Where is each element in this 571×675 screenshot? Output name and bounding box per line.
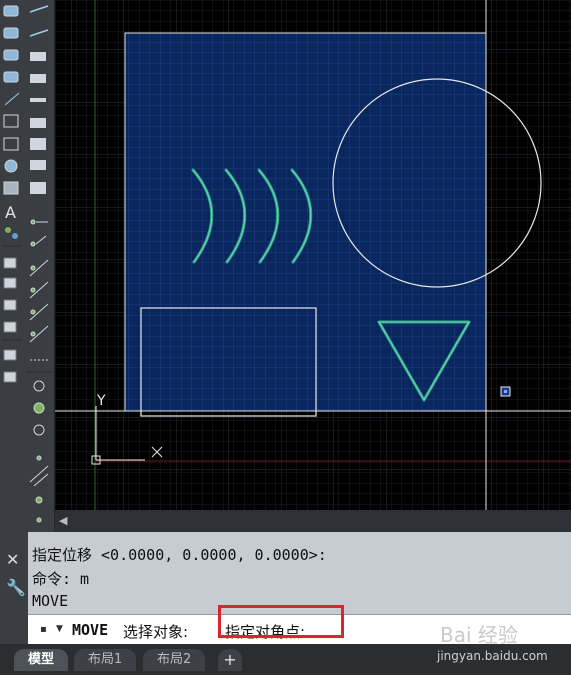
region-tool-icon: [3, 114, 19, 128]
snap-midpoint-icon: [30, 241, 36, 247]
wipeout-tool-icon: [3, 137, 19, 151]
stretch-tool-icon: [30, 52, 46, 61]
chamfer-tool-icon: [30, 138, 46, 150]
break-tool-icon: [30, 98, 46, 102]
mtext-tool-icon: A: [5, 203, 16, 222]
xline-tool-icon: [4, 92, 20, 106]
snap-nearest-icon: [35, 496, 43, 504]
blend-tool-icon: [30, 182, 46, 194]
tab-layout1[interactable]: 布局1: [74, 649, 137, 671]
array-tool-icon: [3, 321, 17, 333]
snap-parallel-icon: [36, 455, 42, 461]
snap-center-icon: [30, 287, 36, 293]
join-tool-icon: [30, 118, 46, 128]
chevron-left-icon[interactable]: ◀: [59, 514, 67, 527]
snap-insert-icon: [33, 402, 45, 414]
modify-toolbar-icons: [26, 5, 52, 523]
snap-intersection-icon: [30, 265, 36, 271]
snap-quadrant-icon: [30, 309, 36, 315]
snap-tangent-icon: [30, 331, 36, 337]
snap-perp-icon: [33, 424, 45, 436]
snap-none-icon: [36, 517, 42, 523]
history-line: 命令: m: [32, 570, 90, 588]
add-layout-button[interactable]: +: [218, 649, 242, 671]
horizontal-scrollbar[interactable]: ◀: [55, 510, 571, 532]
active-command: MOVE: [72, 621, 109, 639]
draw-toolbar-icons: A: [2, 5, 22, 383]
watermark-url: jingyan.baidu.com: [437, 649, 548, 663]
drawing-area[interactable]: Y: [55, 0, 571, 510]
highlight-box: [218, 605, 344, 638]
tab-layout2[interactable]: 布局2: [143, 649, 206, 671]
donut-tool-icon: [4, 159, 18, 173]
insert-tool-icon: [3, 71, 19, 83]
extend-tool-icon: [29, 29, 49, 37]
fillet-tool-icon: [30, 160, 46, 170]
trim-tool-icon: [29, 5, 49, 13]
snap-endpoint-icon: [30, 219, 36, 225]
snap-node-icon: [33, 380, 45, 392]
offset-tool-icon: [3, 299, 17, 311]
draw-toolbar: A: [0, 0, 25, 532]
ucs-y-label: Y: [96, 393, 106, 409]
command-history: 指定位移 <0.0000, 0.0000, 0.0000>: 命令: m MOV…: [28, 532, 571, 614]
command-marker-icon: ▪: [40, 624, 47, 635]
erase-tool-icon: [3, 371, 17, 383]
history-line: MOVE: [32, 592, 69, 610]
history-line: 指定位移 <0.0000, 0.0000, 0.0000>:: [32, 546, 327, 564]
table-tool-icon: [3, 181, 19, 195]
chevron-down-icon[interactable]: ▼: [56, 624, 63, 634]
copy-tool-icon: [3, 257, 17, 269]
explode-tool-icon: [3, 349, 17, 361]
watermark-logo: Bai 经验: [440, 623, 518, 647]
block-tool-icon: [3, 49, 19, 61]
cloud-tool-icon: [3, 27, 19, 39]
command-prompt: 选择对象:: [123, 623, 189, 641]
mirror-tool-icon: [3, 277, 17, 289]
close-icon[interactable]: ✕: [6, 550, 19, 569]
tab-model[interactable]: 模型: [14, 649, 69, 671]
scale-tool-icon: [30, 74, 46, 83]
modify-toolbar: [24, 0, 55, 532]
wrench-icon[interactable]: 🔧: [6, 578, 26, 597]
command-line-sidebar: ✕ 🔧: [0, 532, 28, 644]
line-tool-icon: [3, 5, 19, 17]
drawing-canvas[interactable]: Y: [55, 0, 571, 510]
point-tool-icon: [5, 227, 11, 233]
